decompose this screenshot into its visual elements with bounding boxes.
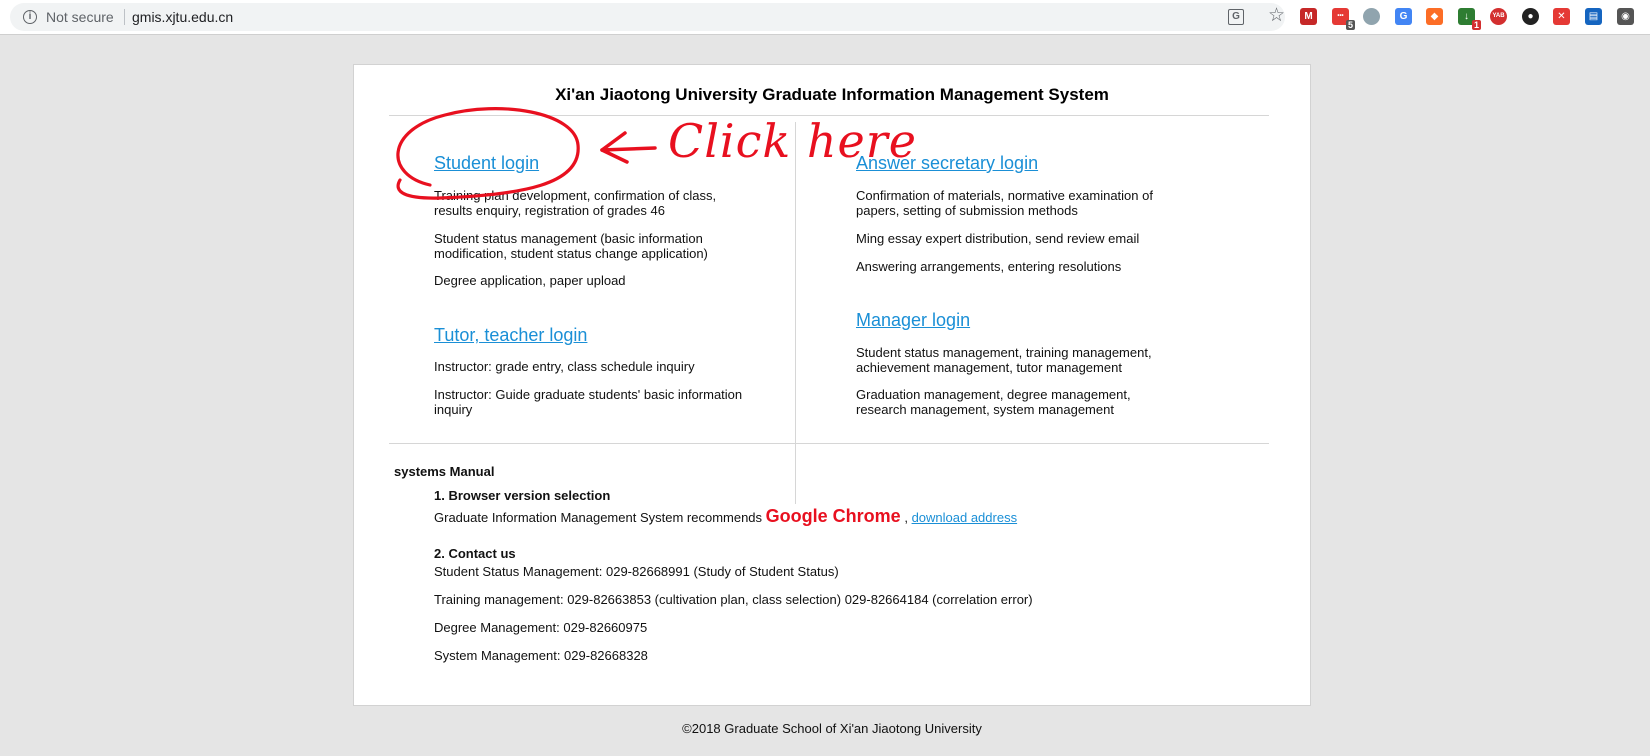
circle-extension-icon[interactable]	[1363, 8, 1380, 25]
address-bar[interactable]: i Not secure gmis.xjtu.edu.cn G ☆	[10, 3, 1285, 31]
extension-badge: 5	[1345, 20, 1355, 30]
manager-desc-2: Graduation management, degree management…	[856, 387, 1131, 417]
column-divider	[795, 122, 796, 504]
student-login-link[interactable]: Student login	[434, 153, 539, 174]
translate-icon[interactable]: G	[1228, 9, 1244, 25]
student-desc-2: Student status management (basic informa…	[434, 231, 708, 261]
mega-extension-icon[interactable]: M	[1300, 8, 1317, 25]
page-title: Xi'an Jiaotong University Graduate Infor…	[555, 85, 1109, 104]
browser-recommendation: Graduate Information Management System r…	[434, 506, 1017, 527]
todo-extension-icon[interactable]: ••• 5	[1332, 8, 1355, 30]
browser-section-title: 1. Browser version selection	[434, 488, 611, 503]
manager-desc-1: Student status management, training mana…	[856, 345, 1152, 375]
contact-line-4: System Management: 029-82668328	[434, 648, 648, 663]
manual-heading: systems Manual	[394, 464, 495, 479]
google-translate-extension-icon[interactable]: G	[1395, 8, 1412, 25]
bookmark-star-icon[interactable]: ☆	[1268, 5, 1285, 27]
green-extension-icon[interactable]: ↓ 1	[1458, 8, 1481, 30]
yab-extension-icon[interactable]: YAB	[1490, 8, 1507, 25]
annotation-text: Click here	[668, 114, 917, 168]
student-desc-3: Degree application, paper upload	[434, 273, 626, 288]
tutor-desc-1: Instructor: grade entry, class schedule …	[434, 359, 695, 374]
manual-divider	[389, 443, 1269, 444]
download-address-link[interactable]: download address	[912, 510, 1018, 525]
page-footer: ©2018 Graduate School of Xi'an Jiaotong …	[682, 721, 982, 736]
student-desc-1: Training plan development, confirmation …	[434, 188, 717, 218]
address-separator	[124, 9, 125, 25]
extension-badge: 1	[1471, 20, 1481, 30]
contact-line-2: Training management: 029-82663853 (culti…	[434, 592, 1033, 607]
github-extension-icon[interactable]: ●	[1522, 8, 1539, 25]
secretary-desc-2: Ming essay expert distribution, send rev…	[856, 231, 1140, 246]
browser-toolbar: i Not secure gmis.xjtu.edu.cn G ☆ M ••• 5 G…	[0, 0, 1650, 35]
secretary-desc-1: Confirmation of materials, normative exa…	[856, 188, 1153, 218]
reader-extension-icon[interactable]: ▤	[1585, 8, 1602, 25]
ublock-extension-icon[interactable]: ✕	[1553, 8, 1570, 25]
comma-separator: ,	[904, 510, 908, 525]
security-indicator[interactable]: Not secure	[46, 9, 114, 25]
google-chrome-highlight: Google Chrome	[765, 506, 901, 526]
line-extension-icon[interactable]: ◉	[1617, 8, 1634, 25]
contact-line-1: Student Status Management: 029-82668991 …	[434, 564, 839, 579]
manager-login-link[interactable]: Manager login	[856, 310, 970, 331]
url-text[interactable]: gmis.xjtu.edu.cn	[132, 9, 233, 25]
contact-section-title: 2. Contact us	[434, 546, 516, 561]
gitlab-extension-icon[interactable]: ◆	[1426, 8, 1443, 25]
recommendation-text: Graduate Information Management System r…	[434, 510, 763, 525]
tutor-desc-2: Instructor: Guide graduate students' bas…	[434, 387, 743, 417]
info-icon[interactable]: i	[23, 10, 37, 24]
tutor-login-link[interactable]: Tutor, teacher login	[434, 325, 587, 346]
contact-line-3: Degree Management: 029-82660975	[434, 620, 648, 635]
secretary-desc-3: Answering arrangements, entering resolut…	[856, 259, 1122, 274]
